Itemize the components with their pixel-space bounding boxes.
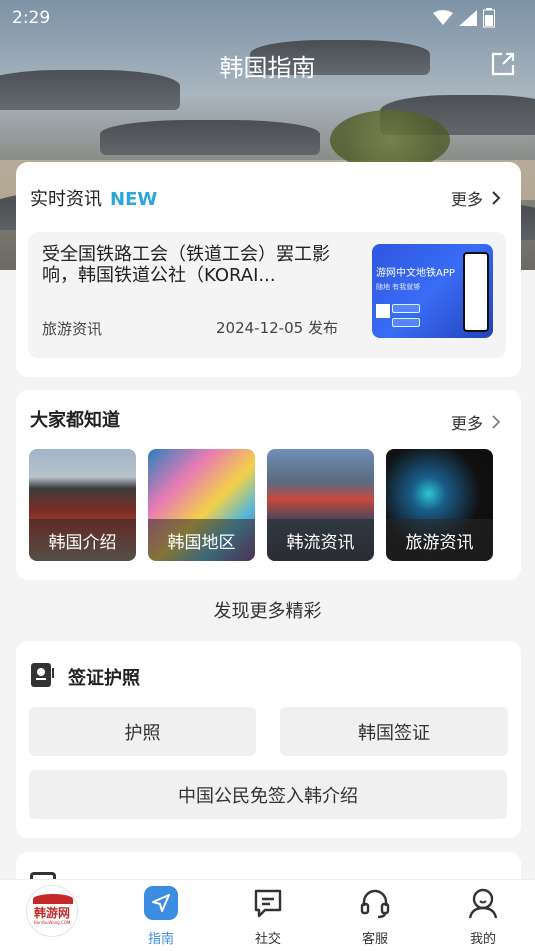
passport-icon	[31, 663, 54, 687]
chat-icon	[254, 889, 282, 918]
know-card: 大家都知道 更多 韩国介绍 韩国地区 韩流资讯 旅游资讯	[16, 390, 521, 580]
news-item-thumbnail: 游网中文地铁APP 随地 有我就够	[372, 244, 493, 338]
navigate-icon	[144, 886, 178, 920]
news-item-date: 2024-12-05 发布	[216, 319, 338, 337]
tile-kwave-news[interactable]: 韩流资讯	[267, 449, 374, 561]
news-card: 实时资讯 NEW 更多 受全国铁路工会（铁道工会）罢工影响，韩国铁道公社（KORA…	[16, 162, 521, 377]
news-more-button[interactable]: 更多	[451, 186, 501, 210]
visa-free-intro-button[interactable]: 中国公民免签入韩介绍	[29, 770, 507, 819]
news-item-title: 受全国铁路工会（铁道工会）罢工影响，韩国铁道公社（KORAI...	[42, 244, 330, 286]
share-icon[interactable]	[489, 50, 517, 78]
visa-card: 签证护照 护照 韩国签证 中国公民免签入韩介绍	[16, 641, 521, 838]
tab-me[interactable]: 我的	[443, 886, 523, 947]
signal-icon	[459, 10, 477, 26]
tile-korea-regions[interactable]: 韩国地区	[148, 449, 255, 561]
page-title: 韩国指南	[219, 54, 316, 82]
tab-guide[interactable]: 指南	[121, 886, 201, 947]
status-time: 2:29	[12, 8, 51, 28]
korea-visa-button[interactable]: 韩国签证	[280, 707, 508, 756]
chevron-right-icon	[492, 191, 501, 205]
know-more-button[interactable]: 更多	[451, 410, 501, 434]
status-icons	[433, 8, 495, 28]
news-item-category: 旅游资讯	[42, 320, 103, 338]
know-section-title: 大家都知道	[30, 410, 120, 431]
chevron-right-icon	[492, 415, 501, 429]
wifi-icon	[433, 10, 453, 25]
news-item[interactable]: 受全国铁路工会（铁道工会）罢工影响，韩国铁道公社（KORAI... 旅游资讯 2…	[28, 232, 506, 358]
battery-icon	[483, 8, 495, 28]
discover-more-heading: 发现更多精彩	[213, 601, 322, 622]
new-badge: NEW	[110, 189, 158, 210]
tile-travel-news[interactable]: 旅游资讯	[386, 449, 493, 561]
tab-service[interactable]: 客服	[335, 886, 415, 947]
tab-social[interactable]: 社交	[228, 886, 308, 947]
bottom-tab-bar: 指南 社交 客服 我的	[0, 879, 535, 951]
headset-icon	[360, 889, 390, 919]
user-icon	[468, 888, 498, 919]
passport-button[interactable]: 护照	[29, 707, 256, 756]
app-logo[interactable]: 韩游网 HanYouWang.COM	[26, 885, 78, 937]
news-section-title: 实时资讯 NEW	[30, 189, 158, 210]
visa-section-title: 签证护照	[68, 668, 140, 689]
tile-korea-intro[interactable]: 韩国介绍	[29, 449, 136, 561]
